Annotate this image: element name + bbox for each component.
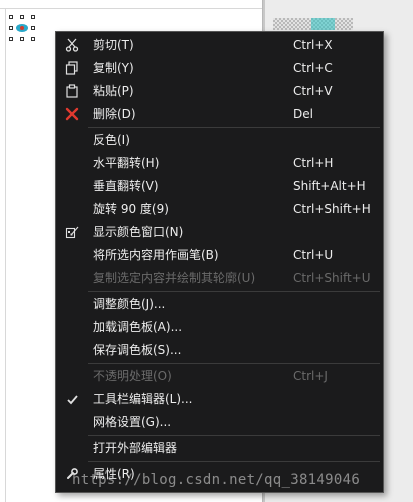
context-menu: 剪切(T) Ctrl+X 复制(Y) Ctrl+C 粘贴(P) Ctrl+V 删… [55, 31, 384, 493]
menu-separator [88, 127, 380, 128]
menu-item-flip-vertical[interactable]: 垂直翻转(V) Shift+Alt+H [56, 175, 383, 197]
menu-item-grid-settings[interactable]: 网格设置(G)... [56, 411, 383, 433]
menu-item-toolbar-editor[interactable]: 工具栏编辑器(L)... [56, 388, 383, 410]
canvas-ruler-top [0, 8, 262, 9]
menu-label: 剪切(T) [93, 38, 134, 52]
menu-label: 保存调色板(S)... [93, 343, 182, 357]
menu-label: 打开外部编辑器 [93, 441, 178, 455]
menu-item-paste[interactable]: 粘贴(P) Ctrl+V [56, 80, 383, 102]
menu-label: 调整颜色(J)... [93, 297, 166, 311]
menu-label: 网格设置(G)... [93, 415, 172, 429]
menu-label: 将所选内容用作画笔(B) [93, 248, 219, 262]
menu-label: 复制选定内容并绘制其轮廓(U) [93, 271, 256, 285]
palette-accent [311, 18, 335, 30]
menu-item-cut[interactable]: 剪切(T) Ctrl+X [56, 34, 383, 56]
menu-shortcut: Ctrl+C [293, 61, 333, 75]
menu-label: 删除(D) [93, 107, 136, 121]
menu-shortcut: Del [293, 107, 313, 121]
menu-label: 工具栏编辑器(L)... [93, 392, 193, 406]
menu-shortcut: Ctrl+V [293, 84, 333, 98]
menu-item-load-palette[interactable]: 加载调色板(A)... [56, 316, 383, 338]
menu-shortcut: Ctrl+X [293, 38, 333, 52]
paste-icon [64, 83, 80, 99]
menu-label: 反色(I) [93, 133, 130, 147]
checkmark-icon [64, 391, 80, 407]
copy-icon [64, 60, 80, 76]
menu-label: 粘贴(P) [93, 84, 134, 98]
menu-label: 水平翻转(H) [93, 156, 160, 170]
menu-label: 显示颜色窗口(N) [93, 225, 184, 239]
menu-separator [88, 461, 380, 462]
menu-shortcut: Ctrl+U [293, 248, 334, 262]
menu-label: 旋转 90 度(9) [93, 202, 169, 216]
menu-shortcut: Ctrl+Shift+U [293, 271, 371, 285]
canvas-ruler-left [5, 8, 6, 502]
selection-handles-icon[interactable] [9, 15, 35, 41]
menu-item-show-color-window[interactable]: 显示颜色窗口(N) [56, 221, 383, 243]
menu-item-copy-outline: 复制选定内容并绘制其轮廓(U) Ctrl+Shift+U [56, 267, 383, 289]
menu-item-use-as-brush[interactable]: 将所选内容用作画笔(B) Ctrl+U [56, 244, 383, 266]
menu-shortcut: Shift+Alt+H [293, 179, 366, 193]
menu-label: 垂直翻转(V) [93, 179, 159, 193]
menu-item-adjust-colors[interactable]: 调整颜色(J)... [56, 293, 383, 315]
menu-item-opaque: 不透明处理(O) Ctrl+J [56, 365, 383, 387]
delete-icon [64, 106, 80, 122]
menu-shortcut: Ctrl+J [293, 369, 328, 383]
color-window-icon [64, 224, 80, 240]
menu-item-copy[interactable]: 复制(Y) Ctrl+C [56, 57, 383, 79]
menu-shortcut: Ctrl+Shift+H [293, 202, 371, 216]
cut-icon [64, 37, 80, 53]
menu-item-delete[interactable]: 删除(D) Del [56, 103, 383, 125]
menu-label: 复制(Y) [93, 61, 134, 75]
menu-item-invert[interactable]: 反色(I) [56, 129, 383, 151]
watermark-text: https://blog.csdn.net/qq_38149046 [72, 472, 361, 488]
menu-shortcut: Ctrl+H [293, 156, 334, 170]
menu-separator [88, 291, 380, 292]
menu-item-save-palette[interactable]: 保存调色板(S)... [56, 339, 383, 361]
menu-label: 加载调色板(A)... [93, 320, 183, 334]
menu-separator [88, 435, 380, 436]
menu-separator [88, 363, 380, 364]
menu-item-open-external-editor[interactable]: 打开外部编辑器 [56, 437, 383, 459]
menu-label: 不透明处理(O) [93, 369, 172, 383]
menu-item-rotate-90[interactable]: 旋转 90 度(9) Ctrl+Shift+H [56, 198, 383, 220]
menu-item-flip-horizontal[interactable]: 水平翻转(H) Ctrl+H [56, 152, 383, 174]
